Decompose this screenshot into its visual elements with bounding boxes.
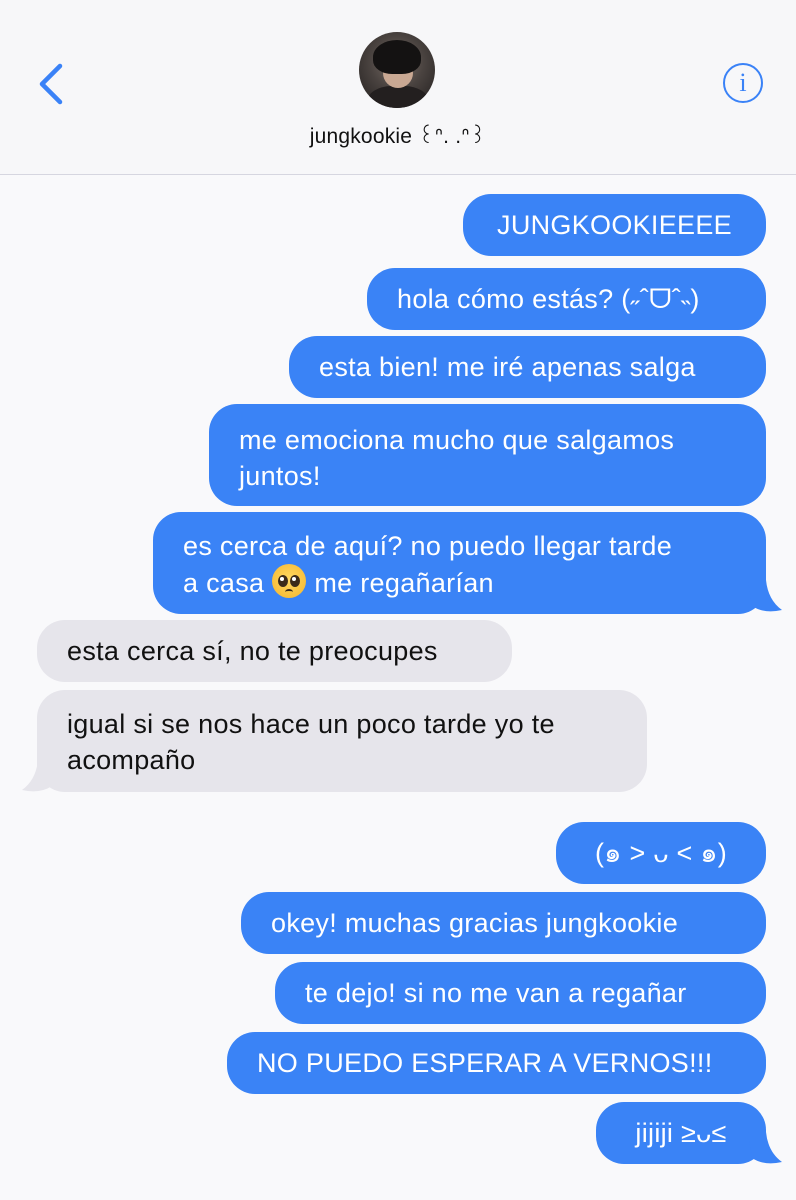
sent-message[interactable]: jijiji ≥ᴗ≤ bbox=[596, 1102, 766, 1164]
message-text: esta bien! me iré apenas salga bbox=[319, 352, 696, 382]
message-text-line: acompaño bbox=[67, 745, 196, 775]
message-text: esta cerca sí, no te preocupes bbox=[67, 636, 438, 666]
message-text: NO PUEDO ESPERAR A VERNOS!!! bbox=[257, 1048, 713, 1078]
sent-message[interactable]: me emociona mucho que salgamos juntos! bbox=[209, 404, 766, 506]
sent-message[interactable]: es cerca de aquí? no puedo llegar tarde … bbox=[153, 512, 766, 614]
pleading-face-emoji bbox=[272, 564, 307, 598]
message-text: te dejo! si no me van a regañar bbox=[305, 978, 687, 1008]
sent-message[interactable]: NO PUEDO ESPERAR A VERNOS!!! bbox=[227, 1032, 766, 1094]
message-text: JUNGKOOKIEEEE bbox=[497, 210, 732, 240]
received-message[interactable]: igual si se nos hace un poco tarde yo te… bbox=[37, 690, 647, 792]
message-text: (๑ > ᴗ < ๑) bbox=[594, 838, 728, 868]
sent-message[interactable]: (๑ > ᴗ < ๑) bbox=[556, 822, 766, 884]
bubble-tail bbox=[22, 760, 56, 792]
message-text: okey! muchas gracias jungkookie bbox=[271, 908, 679, 938]
message-text: jijiji ≥ᴗ≤ bbox=[635, 1118, 727, 1148]
message-text-line: igual si se nos hace un poco tarde yo te bbox=[67, 709, 555, 739]
received-message[interactable]: esta cerca sí, no te preocupes bbox=[37, 620, 512, 682]
sent-message[interactable]: te dejo! si no me van a regañar bbox=[275, 962, 766, 1024]
bubble-tail bbox=[748, 1132, 782, 1164]
message-text: me regañarían bbox=[314, 568, 494, 598]
sent-message[interactable]: hola cómo estás? (˶ˆᗜˆ˵) bbox=[367, 268, 766, 330]
sent-message[interactable]: JUNGKOOKIEEEE bbox=[463, 194, 766, 256]
bubble-tail bbox=[748, 580, 782, 612]
message-text-line: es cerca de aquí? no puedo llegar tarde bbox=[183, 531, 673, 561]
message-text: a casa bbox=[183, 568, 265, 598]
message-list: JUNGKOOKIEEEE hola cómo estás? (˶ˆᗜˆ˵) e… bbox=[0, 0, 796, 1200]
message-text-line: a casa me regañarían bbox=[183, 564, 494, 601]
message-text-line: me emociona mucho que salgamos bbox=[239, 425, 675, 455]
message-text-line: juntos! bbox=[239, 461, 321, 491]
message-text: hola cómo estás? (˶ˆᗜˆ˵) bbox=[397, 284, 700, 314]
sent-message[interactable]: esta bien! me iré apenas salga bbox=[289, 336, 766, 398]
sent-message[interactable]: okey! muchas gracias jungkookie bbox=[241, 892, 766, 954]
